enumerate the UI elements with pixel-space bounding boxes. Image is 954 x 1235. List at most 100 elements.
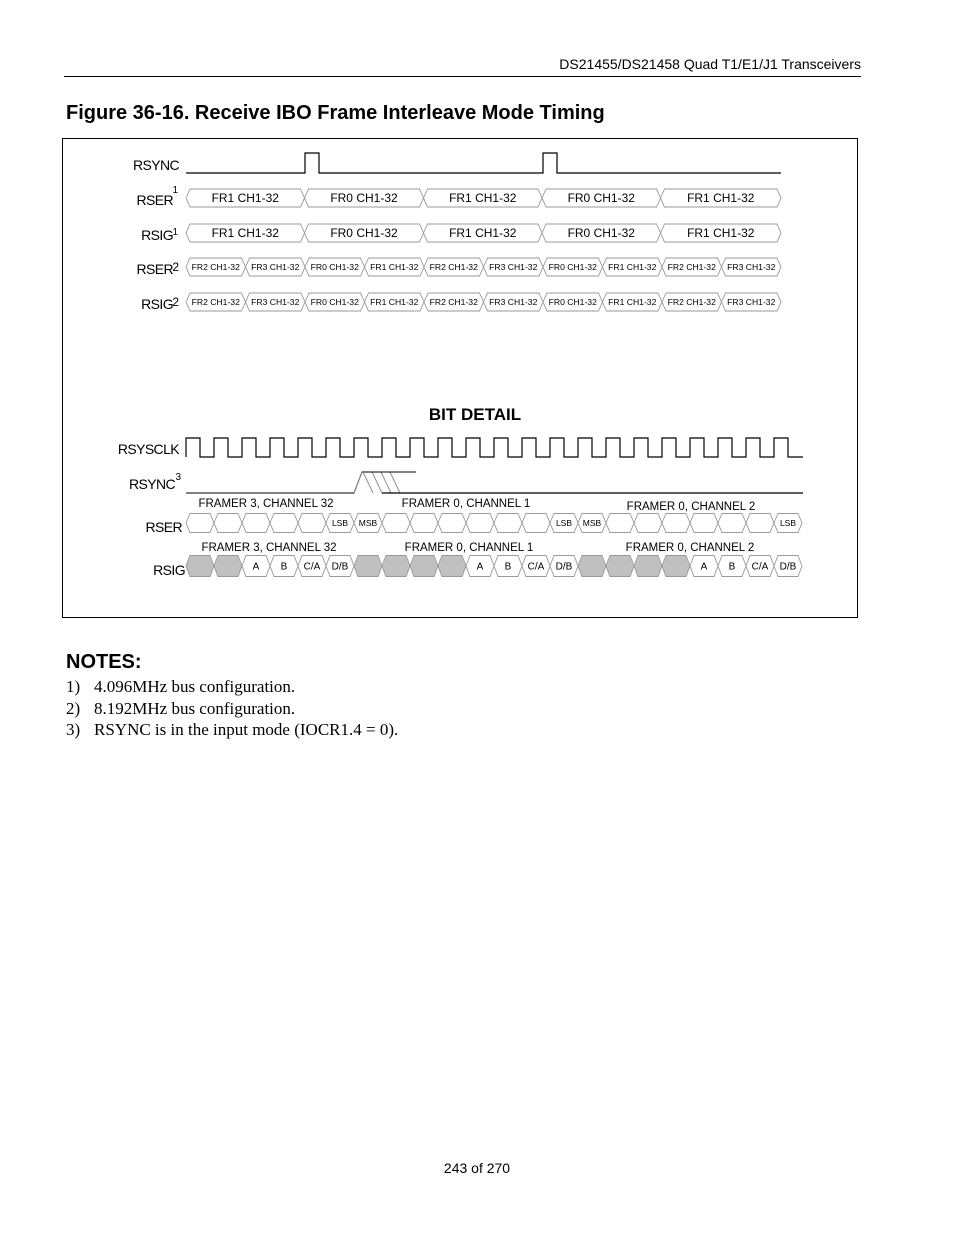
- rsync3-fall-edge: [362, 471, 374, 494]
- rsig-bit-cell-label: C/A: [528, 562, 545, 573]
- rsig-bit-cell-label: C/A: [304, 562, 321, 573]
- rser-bit-cell: [717, 513, 747, 533]
- rsync3-fall-edge: [371, 471, 383, 494]
- signal-label-rsync3: RSYNC: [129, 476, 175, 492]
- rser2-block-label: FR2 CH1-32: [668, 262, 716, 272]
- rser-bit-cell: [381, 513, 411, 533]
- rsig1-block-label: FR1 CH1-32: [687, 226, 755, 240]
- rsig-unused-cell: [633, 555, 663, 577]
- rser-bit-cell: [605, 513, 635, 533]
- superscript-rsig1: 1: [172, 227, 178, 238]
- note-text: 4.096MHz bus configuration.: [94, 677, 296, 696]
- rser1-block-label: FR1 CH1-32: [449, 191, 517, 205]
- rsig2-block-label: FR2 CH1-32: [192, 297, 240, 307]
- rser-bit-cell: [465, 513, 495, 533]
- rsig-bit-cell-label: D/B: [780, 562, 797, 573]
- rsig1-block-label: FR0 CH1-32: [568, 226, 636, 240]
- rser-bit-cell: [745, 513, 775, 533]
- signal-label-rser2: RSER: [137, 261, 174, 277]
- note-text: 8.192MHz bus configuration.: [94, 698, 296, 718]
- rser-bit-cell-label: LSB: [332, 518, 348, 528]
- signal-label-rsig1: RSIG: [141, 227, 173, 243]
- rser2-block-label: FR1 CH1-32: [370, 262, 418, 272]
- rser-group-label: FRAMER 3, CHANNEL 32: [198, 498, 333, 510]
- rsig2-block-label: FR2 CH1-32: [430, 297, 478, 307]
- rsig-bit-cell-label: A: [253, 562, 260, 573]
- rser-bit-cell: [185, 513, 215, 533]
- signal-label-rsig: RSIG: [153, 562, 185, 578]
- rser1-block-label: FR0 CH1-32: [568, 191, 636, 205]
- note-item: 1) 4.096MHz bus configuration.: [66, 676, 398, 698]
- rsig-bit-cell-label: C/A: [752, 562, 769, 573]
- rsig-unused-cell: [185, 555, 215, 577]
- signal-label-rsync: RSYNC: [133, 157, 179, 173]
- rser2-block-label: FR3 CH1-32: [251, 262, 299, 272]
- page-number: 243 of 270: [443, 1160, 511, 1176]
- note-number: 3): [66, 720, 81, 739]
- rser-bit-cell: [521, 513, 551, 533]
- notes-title: NOTES:: [66, 651, 142, 673]
- note-number: 1): [66, 677, 81, 696]
- rsig2-block-label: FR1 CH1-32: [608, 297, 656, 307]
- rsig2-block-label: FR3 CH1-32: [251, 297, 299, 307]
- rser-bit-cell: [269, 513, 299, 533]
- rsig2-block-label: FR2 CH1-32: [668, 297, 716, 307]
- rsync-waveform: [186, 152, 781, 174]
- rsync3-waveform: [186, 471, 383, 494]
- rser2-block-label: FR0 CH1-32: [549, 262, 597, 272]
- rsig-bit-cell-label: A: [701, 562, 708, 573]
- rsync3-rise-edge: [353, 471, 363, 494]
- timing-diagram: RSYNCRSER1RSIG 1RSER 2RSIG 2FR1 CH1-32 FR0 C…: [118, 152, 803, 578]
- signal-label-rsig2: RSIG: [141, 296, 173, 312]
- superscript-rsync3: 3: [175, 472, 181, 483]
- rser-bit-cell: [297, 513, 327, 533]
- rser-bit-cell: [661, 513, 691, 533]
- rser1-block-label: FR0 CH1-32: [330, 191, 398, 205]
- rsig-bit-cell-label: B: [729, 562, 736, 573]
- notes-list: 1) 4.096MHz bus configuration. 2) 8.192MHz…: [66, 676, 398, 741]
- note-number: 2): [66, 698, 81, 718]
- rsig-bit-cell-label: D/B: [332, 562, 349, 573]
- rsig2-block-label: FR0 CH1-32: [549, 297, 597, 307]
- rsig2-block-label: FR3 CH1-32: [489, 297, 537, 307]
- rser-bit-cell: [409, 513, 439, 533]
- rsig-bit-cell-label: A: [477, 562, 484, 573]
- rser2-block-label: FR3 CH1-32: [489, 262, 537, 272]
- rsig-unused-cell: [213, 555, 243, 577]
- rsig1-block-label: FR1 CH1-32: [449, 226, 517, 240]
- rser2-block-label: FR2 CH1-32: [430, 262, 478, 272]
- rsync3-fall-edge: [389, 471, 401, 494]
- signal-label-rser: RSER: [146, 519, 183, 535]
- rsig-unused-cell: [661, 555, 691, 577]
- rsig-group-label: FRAMER 0, CHANNEL 1: [405, 542, 534, 554]
- rsig-unused-cell: [605, 555, 635, 577]
- note-text: RSYNC is in the input mode (IOCR1.4 = 0)…: [94, 720, 399, 739]
- bit-detail-title: BIT DETAIL: [429, 405, 521, 424]
- rsig-group-label: FRAMER 0, CHANNEL 2: [626, 542, 755, 554]
- rsig2-block-label: FR1 CH1-32: [370, 297, 418, 307]
- rser-bit-cell-label: MSB: [359, 518, 378, 528]
- rser-group-label: FRAMER 0, CHANNEL 1: [402, 498, 531, 510]
- rsig-unused-cell: [409, 555, 439, 577]
- rser1-block-label: FR1 CH1-32: [212, 191, 280, 205]
- rser-bit-cell-label: MSB: [583, 518, 602, 528]
- rsig-bit-cell-label: B: [281, 562, 288, 573]
- rsig-group-label: FRAMER 3, CHANNEL 32: [201, 542, 336, 554]
- note-item: 2) 8.192MHz bus configuration.: [66, 698, 398, 720]
- rsig-unused-cell: [577, 555, 607, 577]
- rsig-bit-cell-label: D/B: [556, 562, 573, 573]
- rser1-block-label: FR1 CH1-32: [687, 191, 755, 205]
- rser-group-label: FRAMER 0, CHANNEL 2: [627, 501, 756, 513]
- rsig-unused-cell: [437, 555, 467, 577]
- signal-label-rser1: RSER: [137, 192, 174, 208]
- rsig-bit-cell-label: B: [505, 562, 512, 573]
- note-item: 3) RSYNC is in the input mode (IOCR1.4 = …: [66, 719, 398, 741]
- rsig-unused-cell: [381, 555, 411, 577]
- rsig2-block-label: FR0 CH1-32: [311, 297, 359, 307]
- rser-bit-cell: [633, 513, 663, 533]
- superscript-rser2: 2: [172, 260, 179, 274]
- rser-bit-cell: [241, 513, 271, 533]
- rsysclk-waveform: [185, 437, 803, 458]
- rser-bit-cell: [689, 513, 719, 533]
- rser2-block-label: FR3 CH1-32: [727, 262, 775, 272]
